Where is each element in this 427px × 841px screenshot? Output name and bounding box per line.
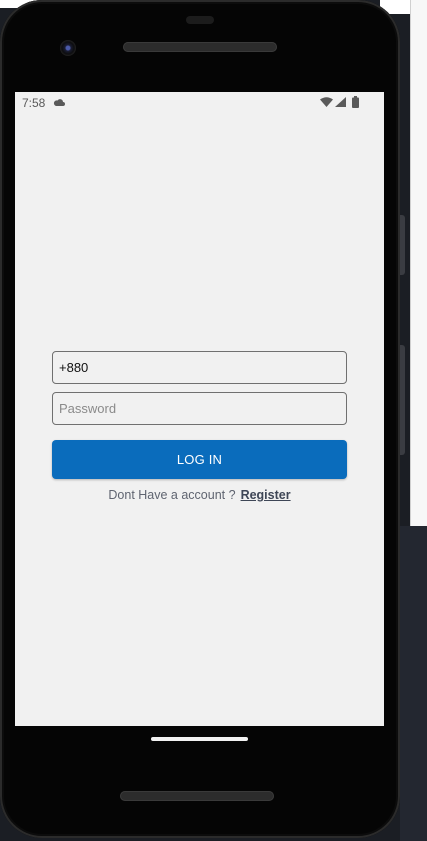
battery-icon: [352, 96, 359, 108]
phone-field[interactable]: [52, 351, 347, 384]
register-row: Dont Have a account ? Register: [15, 488, 384, 502]
register-link[interactable]: Register: [241, 488, 291, 502]
phone-frame: 7:58 LOG IN Dont Have a account ? Registe…: [0, 0, 400, 838]
front-camera: [60, 40, 76, 56]
status-time: 7:58: [22, 96, 46, 110]
no-account-text: Dont Have a account ?: [108, 488, 236, 502]
desktop-side-panel: [410, 0, 427, 526]
app-screen: 7:58 LOG IN Dont Have a account ? Registe…: [15, 92, 384, 726]
home-indicator[interactable]: [151, 737, 248, 741]
login-button[interactable]: LOG IN: [52, 440, 347, 479]
top-speaker: [123, 42, 277, 52]
sensor-slot: [186, 16, 214, 24]
desktop-dark-area: [400, 526, 427, 841]
phone-input[interactable]: [53, 352, 339, 383]
cloud-icon: [53, 99, 65, 106]
signal-icon: [335, 97, 346, 107]
bottom-speaker: [120, 791, 274, 801]
wifi-icon: [320, 97, 333, 107]
password-input[interactable]: [53, 393, 339, 424]
status-bar: 7:58: [15, 92, 384, 114]
password-field[interactable]: [52, 392, 347, 425]
